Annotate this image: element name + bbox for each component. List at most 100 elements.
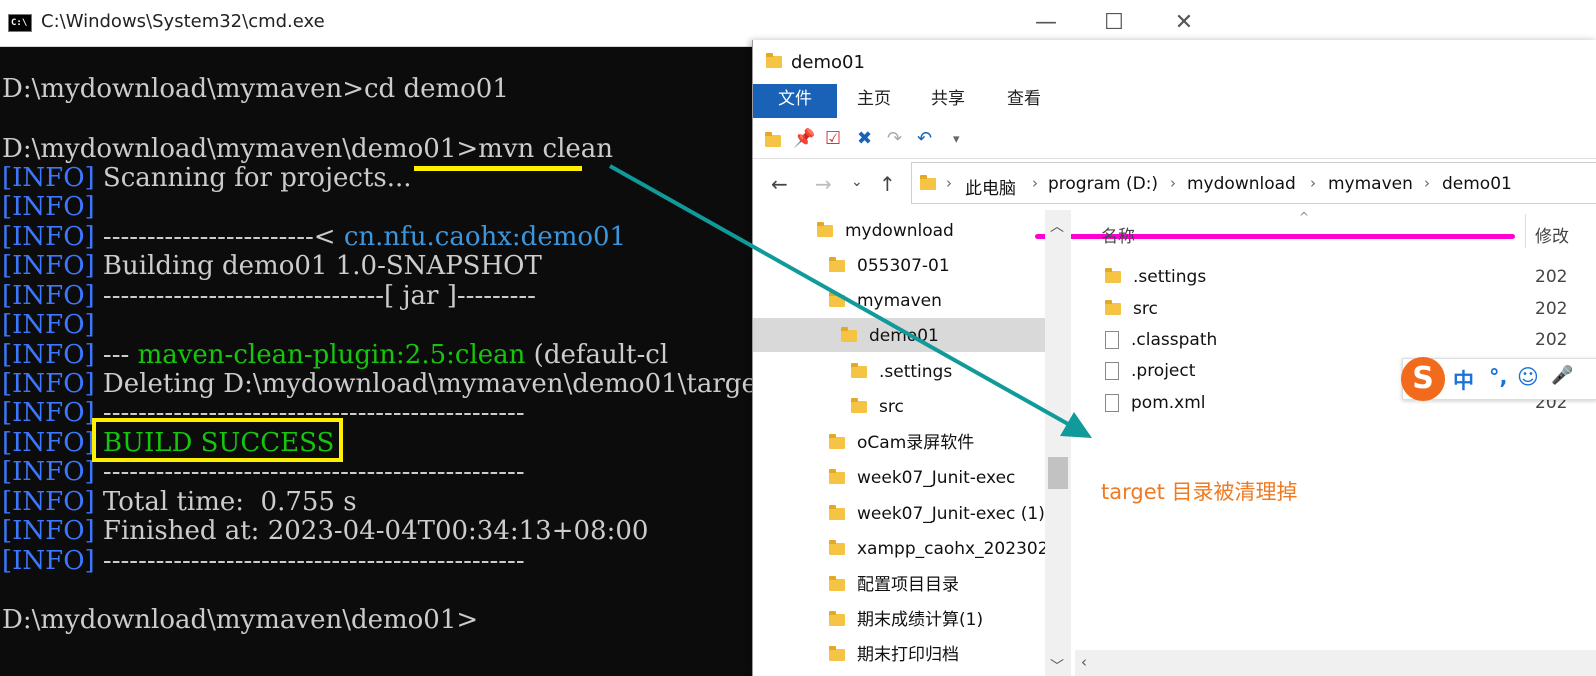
folder-icon	[920, 175, 936, 190]
file-row[interactable]: .project	[1105, 357, 1195, 385]
file-row[interactable]: .classpath	[1105, 326, 1217, 354]
up-button[interactable]: ↑	[879, 172, 896, 196]
folder-icon	[829, 292, 845, 307]
file-date: 202	[1535, 267, 1568, 287]
tree-item[interactable]: .settings	[851, 357, 952, 387]
folder-icon	[829, 576, 845, 591]
horizontal-scrollbar[interactable]: ‹	[1075, 650, 1596, 676]
breadcrumb-mymaven[interactable]: mymaven	[1328, 174, 1413, 194]
back-button[interactable]: ←	[771, 172, 788, 196]
folder-icon	[829, 611, 845, 626]
quick-access-toolbar: 📌 ☑ ✖ ↷ ↶ ▾	[753, 120, 1596, 159]
ime-microphone-icon[interactable]: 🎤	[1551, 365, 1573, 386]
console-line: [INFO] Total time: 0.755 s	[2, 487, 357, 517]
column-header-name[interactable]: 名称	[1101, 222, 1135, 247]
ime-toolbar[interactable]: S 中 °, ☺ 🎤	[1401, 357, 1596, 401]
folder-icon	[829, 540, 845, 555]
file-icon	[1105, 394, 1119, 412]
tree-item-selected[interactable]: demo01	[841, 321, 939, 351]
file-date: 202	[1535, 330, 1568, 350]
recent-locations-button[interactable]: ⌄	[851, 174, 863, 190]
breadcrumb-separator-icon: ›	[1310, 174, 1316, 192]
properties-icon[interactable]: ☑	[825, 128, 841, 149]
console-line: [INFO] ---------------------------------…	[2, 546, 525, 576]
file-row[interactable]: pom.xml	[1105, 389, 1206, 417]
console-line: [INFO] ---------------------------------…	[2, 457, 525, 487]
folder-icon	[1105, 300, 1121, 315]
folder-icon	[817, 222, 833, 237]
command-highlight-underline	[414, 166, 582, 171]
column-divider[interactable]	[1525, 214, 1526, 248]
folder-icon	[829, 434, 845, 449]
redo-icon[interactable]: ↷	[887, 128, 902, 149]
breadcrumb-demo01[interactable]: demo01	[1442, 174, 1512, 194]
breadcrumb-separator-icon: ›	[1170, 174, 1176, 192]
folder-icon	[829, 505, 845, 520]
breadcrumb-mydownload[interactable]: mydownload	[1187, 174, 1296, 194]
close-button[interactable]: ✕	[1164, 8, 1204, 38]
tree-item[interactable]: mydownload	[817, 216, 954, 246]
tree-item[interactable]: mymaven	[829, 286, 942, 316]
ime-punctuation-toggle[interactable]: °,	[1489, 365, 1507, 389]
breadcrumb-drive[interactable]: program (D:)	[1048, 174, 1158, 194]
scroll-left-icon[interactable]: ‹	[1081, 653, 1087, 671]
file-row[interactable]: src	[1105, 295, 1158, 323]
build-success-highlight-box	[92, 418, 343, 462]
forward-button[interactable]: →	[815, 172, 832, 196]
ribbon-tabs: 文件 主页 共享 查看	[753, 84, 1596, 118]
ime-language-toggle[interactable]: 中	[1453, 365, 1474, 395]
folder-icon	[766, 53, 782, 68]
tree-item[interactable]: 期末打印归档	[829, 640, 959, 670]
tree-item[interactable]: week07_Junit-exec	[829, 463, 1015, 493]
scroll-up-icon[interactable]: ︿	[1050, 216, 1064, 236]
tree-item[interactable]: 期末成绩计算(1)	[829, 605, 983, 635]
file-list: ^ 名称 修改 .settings 202 src 202 .classpath…	[1075, 210, 1596, 676]
tree-scrollbar[interactable]	[1045, 210, 1071, 676]
console-line: D:\mydownload\mymaven>cd demo01	[2, 74, 509, 104]
console-line: [INFO]	[2, 310, 95, 340]
console-line: [INFO] Building demo01 1.0-SNAPSHOT	[2, 251, 542, 281]
annotation-text: target 目录被清理掉	[1101, 480, 1298, 504]
tab-file[interactable]: 文件	[753, 84, 837, 118]
file-date: 202	[1535, 299, 1568, 319]
breadcrumb-separator-icon: ›	[1032, 174, 1038, 192]
delete-icon[interactable]: ✖	[857, 128, 872, 149]
tree-item[interactable]: src	[851, 392, 904, 422]
tree-item[interactable]: week07_Junit-exec (1)	[829, 499, 1045, 529]
tab-home[interactable]: 主页	[843, 84, 905, 118]
file-row[interactable]: .settings	[1105, 263, 1206, 291]
tree-scrollbar-thumb[interactable]	[1048, 457, 1068, 489]
command-text: mvn clean	[478, 134, 614, 164]
customize-toolbar-icon[interactable]: ▾	[953, 132, 960, 147]
breadcrumb-separator-icon: ›	[1424, 174, 1430, 192]
tree-item[interactable]: 配置项目目录	[829, 570, 959, 600]
ime-emoji-icon[interactable]: ☺	[1517, 365, 1539, 389]
console-line: [INFO] Scanning for projects...	[2, 163, 412, 193]
folder-icon	[851, 398, 867, 413]
maximize-button[interactable]: ☐	[1094, 8, 1134, 38]
tab-share[interactable]: 共享	[917, 84, 979, 118]
cmd-window-title: C:\Windows\System32\cmd.exe	[41, 11, 325, 32]
folder-icon	[829, 469, 845, 484]
console-line: [INFO] Deleting D:\mydownload\mymaven\de…	[2, 369, 768, 399]
pin-icon[interactable]: 📌	[793, 128, 815, 149]
tree-item[interactable]: oCam录屏软件	[829, 428, 974, 458]
explorer-window-title: demo01	[791, 52, 865, 73]
tab-view[interactable]: 查看	[993, 84, 1055, 118]
console-line: D:\mydownload\mymaven\demo01>mvn clean	[2, 134, 614, 164]
console-line: [INFO] --------------------------------[…	[2, 281, 536, 311]
console-line: [INFO] Finished at: 2023-04-04T00:34:13+…	[2, 516, 649, 546]
tree-item[interactable]: xampp_caohx_2023022	[829, 534, 1059, 564]
address-bar[interactable]: › 此电脑 › program (D:) › mydownload › myma…	[911, 162, 1596, 204]
ime-logo-icon[interactable]: S	[1401, 357, 1445, 401]
tree-item[interactable]: 055307-01	[829, 251, 950, 281]
folder-icon[interactable]	[765, 132, 781, 147]
folder-icon	[851, 363, 867, 378]
undo-icon[interactable]: ↶	[917, 128, 932, 149]
folder-icon	[1105, 268, 1121, 283]
minimize-button[interactable]: —	[1026, 8, 1066, 38]
scroll-down-icon[interactable]: ﹀	[1050, 656, 1064, 676]
breadcrumb-this-pc[interactable]: 此电脑	[965, 174, 1016, 199]
column-header-modified[interactable]: 修改	[1535, 222, 1569, 247]
console-line: [INFO]	[2, 192, 95, 222]
